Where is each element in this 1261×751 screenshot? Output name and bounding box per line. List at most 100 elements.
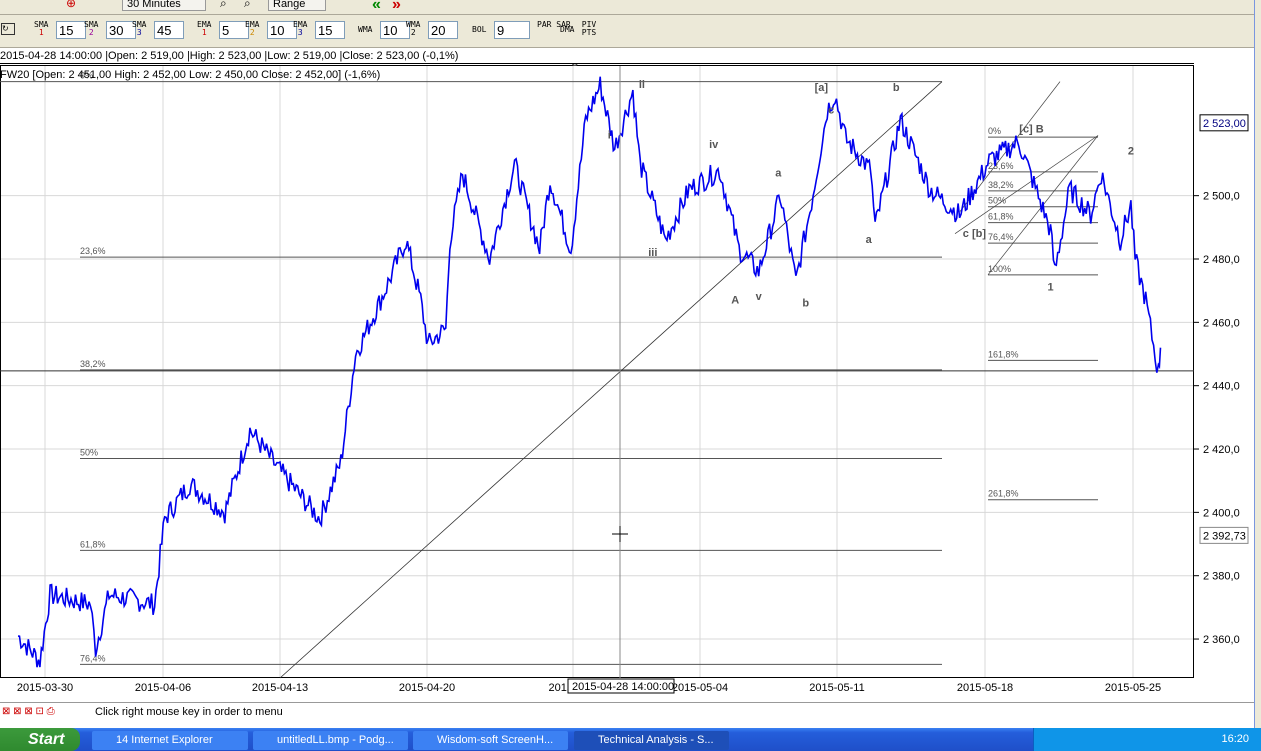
fib-level-label: 50% [80, 448, 98, 458]
wave-label: a [775, 168, 782, 180]
price-chart[interactable]: 2 360,0 2 380,0 2 400,0 2 420,0 2 440,0 2 460… [0, 57, 1254, 696]
top-toolbar: 30 Minutes Range « » ⊕ ⌕ ⌕ [0, 0, 1254, 15]
wave-label: i [608, 130, 611, 142]
indicator-index: 1 [38, 28, 44, 37]
indicator-index: 2 [249, 28, 255, 37]
wave-label: a [866, 234, 873, 246]
zoom-out-icon[interactable]: ⌕ [244, 0, 251, 11]
indicator-period-input[interactable]: 9 [494, 21, 530, 39]
range-select[interactable]: Range [268, 0, 326, 11]
y-tick-label: 2 460,0 [1203, 317, 1240, 329]
indicator-index: 1 [201, 28, 207, 37]
taskbar: Start 14 Internet Explorer untitledLL.bm… [0, 728, 1261, 751]
indicator-label[interactable]: EMA 1 [197, 21, 211, 37]
symbol-info: FW20 [Open: 2 451,00 High: 2 452,00 Low:… [0, 69, 380, 81]
indicator-index: 2 [410, 28, 416, 37]
y-tick-label: 2 500,0 [1203, 191, 1240, 203]
status-tool-icons[interactable]: ⊠ ⊠ ⊠ ⊡ ⎙ [2, 706, 55, 717]
start-button[interactable]: Start [0, 728, 80, 751]
indicator-label[interactable]: EMA 2 [245, 21, 259, 37]
scroll-right-icon[interactable]: » [392, 0, 401, 14]
indicator-period-input[interactable]: 15 [56, 21, 86, 39]
indicator-period-input[interactable]: 45 [154, 21, 184, 39]
system-tray: 16:20 [1033, 728, 1261, 751]
y-tick-label: 2 420,0 [1203, 444, 1240, 456]
task-technical-analysis[interactable]: Technical Analysis - S... [574, 731, 729, 750]
window-edge [1254, 0, 1261, 728]
x-tick-label: 2015-04-20 [399, 682, 455, 694]
y-tick-label: 2 400,0 [1203, 507, 1240, 519]
trend-line [279, 81, 943, 679]
y-tick-label: 2 440,0 [1203, 381, 1240, 393]
bar-info-line: 2015-04-28 14:00:00 |Open: 2 519,00 |Hig… [0, 50, 459, 62]
x-tick-label: 2015-05-25 [1105, 682, 1161, 694]
fib-extension-label: 61,8% [988, 212, 1014, 222]
dma-button[interactable]: DMA [560, 26, 574, 34]
y-tick-label: 2 380,0 [1203, 571, 1240, 583]
wave-label: ii [639, 79, 645, 91]
fib-extension-label: 38,2% [988, 180, 1014, 190]
wave-label: iii [648, 247, 657, 259]
fib-level-label: 23,6% [80, 246, 106, 256]
indicator-label[interactable]: SMA 3 [132, 21, 146, 37]
y-tick-label: 2 480,0 [1203, 254, 1240, 266]
x-tick-label: 2015-05-18 [957, 682, 1013, 694]
fib-extension-label: 261,8% [988, 489, 1019, 499]
fib-extension-label: 161,8% [988, 349, 1019, 359]
fib-level-label: 61,8% [80, 539, 106, 549]
wave-label: 1 [1047, 282, 1053, 294]
fib-extension-label: 0% [988, 126, 1001, 136]
task-paint[interactable]: untitledLL.bmp - Podg... [253, 731, 408, 750]
wave-label: [c] B [1019, 123, 1044, 135]
indicator-index: 3 [136, 28, 142, 37]
interval-select[interactable]: 30 Minutes [122, 0, 206, 11]
indicator-index: 2 [88, 28, 94, 37]
indicator-label[interactable]: SMA 2 [84, 21, 98, 37]
indicator-label[interactable]: WMA 2 [406, 21, 420, 37]
x-tick-label: 2015-05-04 [672, 682, 728, 694]
task-internet-explorer[interactable]: 14 Internet Explorer [92, 731, 248, 750]
wave-label: v [756, 291, 763, 303]
y-tick-label: 2 360,0 [1203, 634, 1240, 646]
status-hint: Click right mouse key in order to menu [95, 706, 283, 718]
plot-frame [0, 65, 1194, 678]
piv-pts-button[interactable]: PIV PTS [581, 21, 597, 37]
task-screenhunter[interactable]: Wisdom-soft ScreenH... [413, 731, 568, 750]
indicator-label[interactable]: BOL [472, 26, 486, 34]
wave-label: c [b] [963, 228, 987, 240]
indicator-period-input[interactable]: 20 [428, 21, 458, 39]
zoom-in-icon[interactable]: ⌕ [220, 0, 227, 11]
refresh-icon[interactable]: ↻ [1, 23, 15, 35]
indicator-index: 3 [297, 28, 303, 37]
x-tick-label: 2015-05-11 [809, 682, 864, 694]
wave-label: A [731, 294, 739, 306]
fib-extension-label: 100% [988, 264, 1011, 274]
fib-extension-label: 23,6% [988, 161, 1014, 171]
last-price: 2 523,00 [1203, 118, 1246, 130]
wave-label: iv [709, 139, 719, 151]
chart-svg[interactable]: 2 360,0 2 380,0 2 400,0 2 420,0 2 440,0 2 460… [0, 57, 1254, 696]
wave-label: b [802, 298, 809, 310]
indicator-label[interactable]: WMA [358, 26, 372, 34]
fib-level-label: 76,4% [80, 653, 106, 663]
fib-extension-label: 76,4% [988, 232, 1014, 242]
clock-icon[interactable]: ⊕ [66, 0, 76, 10]
indicator-label[interactable]: EMA 3 [293, 21, 307, 37]
wave-label: b [893, 82, 900, 94]
indicator-name: BOL [472, 25, 487, 34]
wave-label: 3 [572, 64, 578, 69]
status-bar: ⊠ ⊠ ⊠ ⊡ ⎙ Click right mouse key in order… [0, 702, 1254, 723]
x-tick-label: 2015-03-30 [17, 682, 73, 694]
scroll-left-icon[interactable]: « [372, 0, 381, 14]
wave-label: 2 [1128, 145, 1134, 157]
indicator-name: WMA [358, 25, 373, 34]
fib-level-label: 38,2% [80, 359, 106, 369]
indicator-label[interactable]: SMA 1 [34, 21, 48, 37]
cursor-price: 2 392,73 [1203, 530, 1246, 542]
wave-label: [a] [815, 82, 829, 94]
cursor-date: 2015-04-28 14:00:00 [572, 681, 674, 693]
indicator-toolbar: ↻ SMA 1 15 SMA 2 30 SMA 3 45 EMA 1 5 EMA 2 10 EMA 3 15 WMA… [0, 15, 1254, 48]
x-tick-label: 2015-04-13 [252, 682, 308, 694]
x-tick-label: 2015-04-06 [135, 682, 191, 694]
indicator-period-input[interactable]: 15 [315, 21, 345, 39]
